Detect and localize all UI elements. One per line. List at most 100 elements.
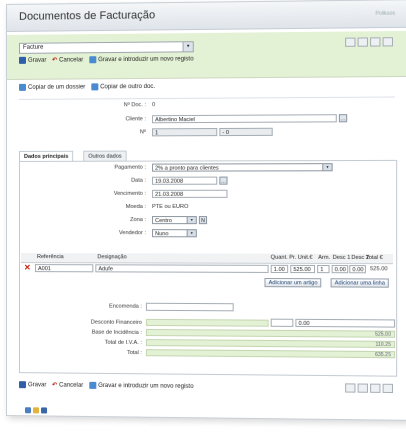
next-page-icon[interactable] <box>370 37 381 47</box>
data-field[interactable]: 19.03.2008 <box>152 176 218 185</box>
pr-unit-value: 525.00 <box>293 266 311 274</box>
pagamento-select[interactable]: 2% a pronto para clientes ▾ <box>152 163 333 172</box>
add-item-button[interactable]: Adicionar um artigo <box>264 278 322 288</box>
client-value: Albertino Maciel <box>155 116 195 124</box>
data-value: 19.03.2008 <box>155 178 184 185</box>
moeda-value: PTE ou EURO <box>152 203 189 210</box>
vendedor-select[interactable]: Nuno ▾ <box>152 229 197 238</box>
invoice-window: Documentos de Facturação Polikaos Factur… <box>6 0 406 421</box>
num-doc-value: 0 <box>152 102 156 109</box>
zona-select[interactable]: Centro ▾ <box>152 216 197 225</box>
prev-page-icon[interactable] <box>357 383 368 393</box>
desc1-value: 0.00 <box>334 267 346 274</box>
calendar-button[interactable]: … <box>219 176 228 185</box>
zona-value: Centro <box>155 218 172 225</box>
desc1-field[interactable]: 0.00 <box>331 265 349 274</box>
desconto-bar <box>145 318 269 327</box>
zona-n-button[interactable]: N <box>198 216 208 225</box>
bottom-actions: Gravar ↶ Cancelar Gravar e introduzir um … <box>18 381 198 391</box>
arm-value: 1 <box>320 267 324 274</box>
footer-icons <box>24 407 49 415</box>
arm-field[interactable]: 1 <box>317 264 330 274</box>
doc-type-select[interactable]: Facture ▾ <box>18 41 194 54</box>
copy-from-dossier-button[interactable]: Copiar de um dossier <box>18 83 85 91</box>
desconto-value: 0.00 <box>298 320 310 328</box>
quant-value: 1.00 <box>273 266 285 274</box>
quant-field[interactable]: 1.00 <box>270 264 289 274</box>
desconto-pct-field[interactable] <box>270 318 294 327</box>
cancel-label: Cancelar <box>59 382 84 389</box>
client-lookup-button[interactable]: … <box>338 114 348 123</box>
no-field-2[interactable]: - 0 <box>219 127 273 137</box>
moeda-label: Moeda : <box>125 203 146 210</box>
next-page-icon[interactable] <box>370 383 381 393</box>
no-field-1[interactable]: 1 <box>152 128 218 137</box>
vendedor-label: Vendedor : <box>118 230 146 237</box>
cancel-button[interactable]: ↶ Cancelar <box>52 56 83 63</box>
no-label: Nº <box>139 129 146 136</box>
pr-unit-field[interactable]: 525.00 <box>290 264 316 274</box>
vencimento-label: Vencimento : <box>113 190 146 197</box>
save-button[interactable]: Gravar <box>18 381 46 389</box>
chart-icon[interactable] <box>41 407 48 414</box>
vencimento-value: 21.03.2008 <box>155 191 184 198</box>
desconto-field[interactable]: 0.00 <box>295 318 396 328</box>
divider <box>18 96 396 100</box>
save-button[interactable]: Gravar <box>18 56 47 64</box>
client-label: Cliente : <box>125 116 146 123</box>
last-page-icon[interactable] <box>382 383 394 394</box>
add-line-button[interactable]: Adicionar uma linha <box>330 278 390 288</box>
encomenda-label: Encomenda : <box>109 303 142 310</box>
document-icon <box>91 83 99 91</box>
client-field[interactable]: Albertino Maciel <box>152 114 337 124</box>
save-new-button[interactable]: Gravar e introduzir um novo registo <box>89 55 194 63</box>
save-new-icon <box>89 56 97 64</box>
desconto-label: Desconto Financeiro <box>90 319 142 326</box>
chevron-down-icon[interactable]: ▾ <box>182 42 193 52</box>
num-doc-label: Nº Doc. : <box>123 102 146 109</box>
prev-page-icon[interactable] <box>357 37 368 47</box>
desc2-field[interactable]: 0.00 <box>349 265 366 274</box>
save-new-label: Gravar e introduzir um novo registo <box>98 56 194 64</box>
copy-from-other-button[interactable]: Copiar de outro doc. <box>91 83 155 91</box>
last-page-icon[interactable] <box>382 37 394 47</box>
row-total: 525.00 <box>370 266 388 273</box>
chevron-down-icon: ▾ <box>322 164 332 171</box>
save-new-label: Gravar e introduzir um novo registo <box>98 383 194 391</box>
cancel-button[interactable]: ↶ Cancelar <box>52 381 83 388</box>
floppy-icon <box>18 56 26 64</box>
cancel-label: Cancelar <box>59 57 84 64</box>
col-arm: Arm. <box>318 254 331 261</box>
first-page-icon[interactable] <box>345 383 356 393</box>
chevron-down-icon: ▾ <box>186 217 196 224</box>
total-label: Total : <box>126 349 142 357</box>
col-designacao: Designação <box>97 254 127 261</box>
no-value-1: 1 <box>155 130 159 137</box>
table-row: ✕ A001 Adufe 1.00 525.00 1 0.00 0.00 525… <box>21 263 393 274</box>
base-label: Base de Incidência : <box>91 329 142 336</box>
desc2-value: 0.00 <box>352 267 364 274</box>
globe-icon[interactable] <box>24 407 32 414</box>
document-icon <box>18 83 26 91</box>
delete-row-icon[interactable]: ✕ <box>24 263 31 272</box>
top-actions: Gravar ↶ Cancelar Gravar e introduzir um … <box>18 55 198 64</box>
ref-field[interactable]: A001 <box>35 264 94 273</box>
col-quant: Quant. <box>270 254 288 261</box>
designacao-value: Adufe <box>98 266 113 273</box>
save-label: Gravar <box>27 57 47 64</box>
folder-icon[interactable] <box>33 407 40 414</box>
chevron-down-icon: ▾ <box>186 230 196 237</box>
col-desc1: Desc 1 <box>332 254 351 262</box>
encomenda-field[interactable] <box>145 302 234 312</box>
save-new-icon <box>89 381 97 389</box>
first-page-icon[interactable] <box>345 37 356 47</box>
save-new-button[interactable]: Gravar e introduzir um novo registo <box>89 381 194 391</box>
designacao-field[interactable]: Adufe <box>95 264 269 273</box>
window-title: Documentos de Facturação <box>18 9 156 23</box>
col-total: Total € <box>365 254 383 262</box>
vencimento-field[interactable]: 21.03.2008 <box>152 189 228 198</box>
floppy-icon <box>18 381 26 389</box>
pagamento-label: Pagamento : <box>114 164 146 171</box>
data-label: Data : <box>131 177 146 184</box>
no-value-2: - 0 <box>222 129 229 137</box>
